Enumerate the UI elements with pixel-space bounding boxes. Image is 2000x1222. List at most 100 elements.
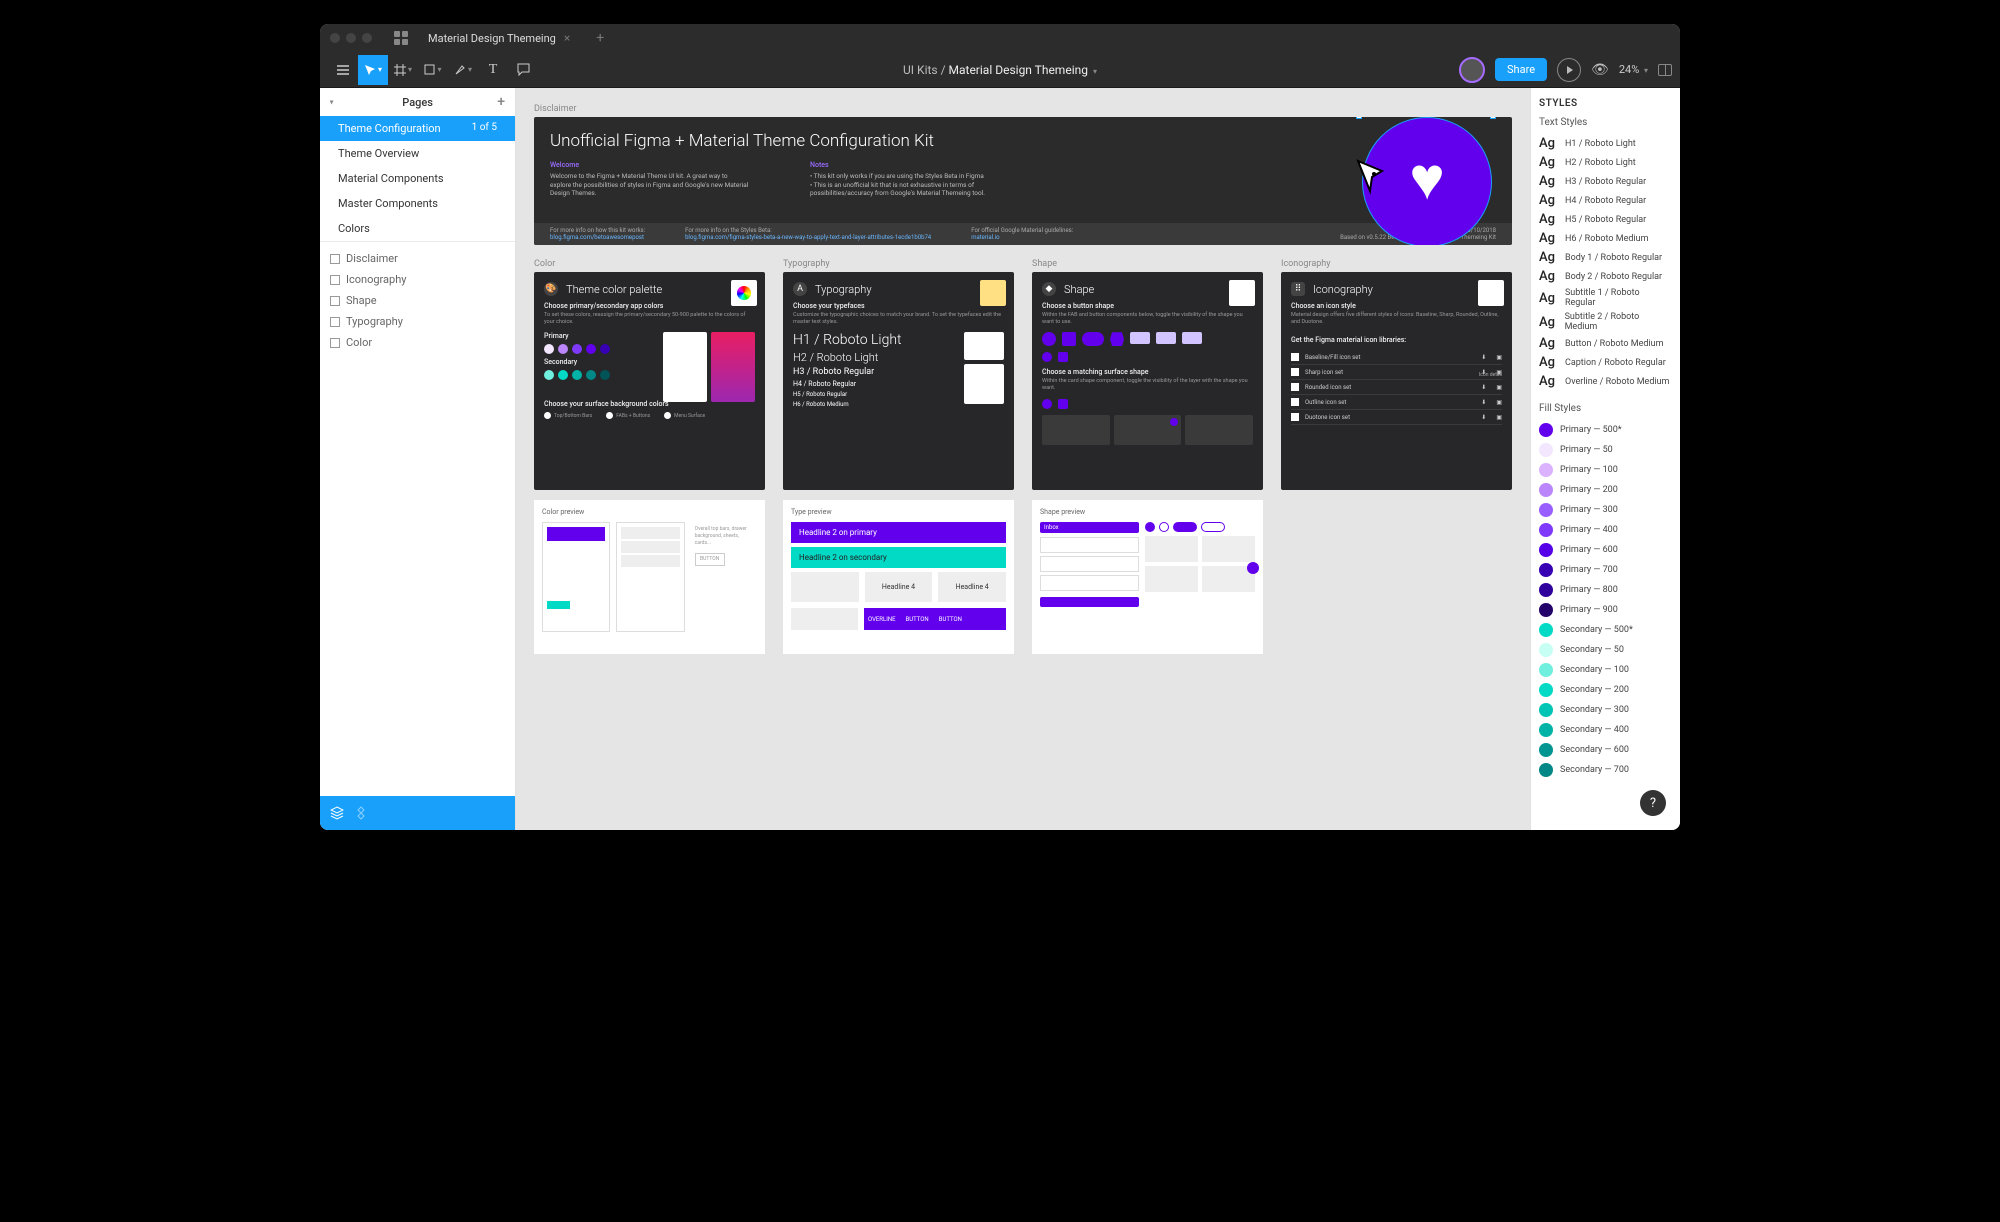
download-icon[interactable]: ⬇ xyxy=(1481,414,1486,421)
icon-set-row[interactable]: Sharp icon set⬇▣ xyxy=(1291,365,1502,380)
fill-style-row[interactable]: Primary — 600 xyxy=(1539,540,1672,560)
text-style-row[interactable]: AgOverline / Roboto Medium xyxy=(1539,372,1672,391)
menu-button[interactable] xyxy=(328,55,358,85)
frame-icon xyxy=(330,275,340,285)
swatch-icon xyxy=(1539,763,1553,777)
shape-tool[interactable]: ▾ xyxy=(418,55,448,85)
icon-set-row[interactable]: Rounded icon set⬇▣ xyxy=(1291,380,1502,395)
frame-header[interactable]: Unofficial Figma + Material Theme Config… xyxy=(534,117,1512,245)
text-styles-header: Text Styles xyxy=(1539,117,1672,128)
view-icon[interactable]: 👁 xyxy=(1591,62,1609,78)
frame-color[interactable]: 🎨Theme color palette Choose primary/seco… xyxy=(534,272,765,490)
share-button[interactable]: Share xyxy=(1495,58,1547,81)
text-style-row[interactable]: AgBody 2 / Roboto Regular xyxy=(1539,267,1672,286)
download-icon[interactable]: ⬇ xyxy=(1481,399,1486,406)
fill-styles-header: Fill Styles xyxy=(1539,403,1672,414)
zoom-level[interactable]: 24% ▾ xyxy=(1619,63,1648,76)
fill-style-row[interactable]: Secondary — 200 xyxy=(1539,680,1672,700)
fill-style-row[interactable]: Primary — 200 xyxy=(1539,480,1672,500)
fill-style-row[interactable]: Primary — 700 xyxy=(1539,560,1672,580)
home-grid-icon[interactable] xyxy=(394,31,408,45)
layer-item-shape[interactable]: Shape xyxy=(320,290,515,311)
page-item-material-components[interactable]: Material Components xyxy=(320,166,515,191)
text-style-row[interactable]: AgCaption / Roboto Regular xyxy=(1539,353,1672,372)
open-icon[interactable]: ▣ xyxy=(1496,399,1502,406)
fill-style-row[interactable]: Primary — 50 xyxy=(1539,440,1672,460)
page-item-colors[interactable]: Colors xyxy=(320,216,515,241)
download-icon[interactable]: ⬇ xyxy=(1481,384,1486,391)
frame-typography[interactable]: ATypography Choose your typefaces Custom… xyxy=(783,272,1014,490)
comment-tool[interactable] xyxy=(508,55,538,85)
fill-style-row[interactable]: Primary — 500* xyxy=(1539,420,1672,440)
move-tool[interactable]: ▾ xyxy=(358,55,388,85)
text-style-row[interactable]: AgH1 / Roboto Light xyxy=(1539,134,1672,153)
present-button[interactable] xyxy=(1557,58,1581,82)
page-item-master-components[interactable]: Master Components xyxy=(320,191,515,216)
layer-item-disclaimer[interactable]: Disclaimer xyxy=(320,248,515,269)
text-style-row[interactable]: AgH4 / Roboto Regular xyxy=(1539,191,1672,210)
text-tool[interactable]: T xyxy=(478,55,508,85)
fill-style-row[interactable]: Secondary — 100 xyxy=(1539,660,1672,680)
page-item-theme-overview[interactable]: Theme Overview xyxy=(320,141,515,166)
fill-style-row[interactable]: Secondary — 500* xyxy=(1539,620,1672,640)
fill-style-row[interactable]: Secondary — 600 xyxy=(1539,740,1672,760)
open-icon[interactable]: ▣ xyxy=(1496,354,1502,361)
fill-style-row[interactable]: Primary — 100 xyxy=(1539,460,1672,480)
fill-style-row[interactable]: Primary — 300 xyxy=(1539,500,1672,520)
components-icon[interactable] xyxy=(354,806,368,820)
text-style-row[interactable]: AgH2 / Roboto Light xyxy=(1539,153,1672,172)
fill-style-row[interactable]: Primary — 900 xyxy=(1539,600,1672,620)
frame-label-disclaimer[interactable]: Disclaimer xyxy=(534,104,1512,114)
close-tab-icon[interactable]: × xyxy=(564,31,570,45)
preview-shape[interactable]: Shape preview Inbox xyxy=(1032,500,1263,654)
fill-style-row[interactable]: Secondary — 700 xyxy=(1539,760,1672,780)
swatch-icon xyxy=(1539,683,1553,697)
text-style-row[interactable]: AgH3 / Roboto Regular xyxy=(1539,172,1672,191)
window-traffic-lights[interactable] xyxy=(330,33,372,43)
layer-item-color[interactable]: Color xyxy=(320,332,515,353)
frame-icon xyxy=(330,254,340,264)
fill-style-row[interactable]: Secondary — 50 xyxy=(1539,640,1672,660)
text-style-row[interactable]: AgButton / Roboto Medium xyxy=(1539,334,1672,353)
pen-tool[interactable]: ▾ xyxy=(448,55,478,85)
frame-shape[interactable]: ◆Shape Choose a button shape Within the … xyxy=(1032,272,1263,490)
frame-iconography[interactable]: ⠿Iconography Choose an icon style Materi… xyxy=(1281,272,1512,490)
fill-style-row[interactable]: Secondary — 300 xyxy=(1539,700,1672,720)
layer-item-typography[interactable]: Typography xyxy=(320,311,515,332)
file-tab[interactable]: Material Design Themeing × xyxy=(418,25,580,51)
icon-set-row[interactable]: Outline icon set⬇▣ xyxy=(1291,395,1502,410)
add-page-button[interactable]: + xyxy=(497,94,505,110)
frame-label-iconography[interactable]: Iconography xyxy=(1281,259,1512,269)
swatch-icon xyxy=(1539,583,1553,597)
frame-label-color[interactable]: Color xyxy=(534,259,765,269)
swatch-icon xyxy=(1539,503,1553,517)
preview-color[interactable]: Color preview xyxy=(534,500,765,654)
new-tab-button[interactable]: + xyxy=(590,30,610,46)
user-avatar[interactable] xyxy=(1459,57,1485,83)
text-style-row[interactable]: AgH5 / Roboto Regular xyxy=(1539,210,1672,229)
frame-tool[interactable]: ▾ xyxy=(388,55,418,85)
icon-set-row[interactable]: Baseline/Fill icon set⬇▣ xyxy=(1291,350,1502,365)
frame-label-typography[interactable]: Typography xyxy=(783,259,1014,269)
library-icon[interactable] xyxy=(1658,64,1672,76)
text-style-row[interactable]: AgSubtitle 1 / Roboto Regular xyxy=(1539,286,1672,310)
frame-label-shape[interactable]: Shape xyxy=(1032,259,1263,269)
fill-style-row[interactable]: Secondary — 400 xyxy=(1539,720,1672,740)
frame-icon xyxy=(330,317,340,327)
fill-style-row[interactable]: Primary — 800 xyxy=(1539,580,1672,600)
fill-style-row[interactable]: Primary — 400 xyxy=(1539,520,1672,540)
help-button[interactable]: ? xyxy=(1640,790,1666,816)
text-style-row[interactable]: AgH6 / Roboto Medium xyxy=(1539,229,1672,248)
layer-item-iconography[interactable]: Iconography xyxy=(320,269,515,290)
page-item-theme-configuration[interactable]: Theme Configuration1 of 5 xyxy=(320,116,515,141)
download-icon[interactable]: ⬇ xyxy=(1481,354,1486,361)
open-icon[interactable]: ▣ xyxy=(1496,414,1502,421)
open-icon[interactable]: ▣ xyxy=(1496,384,1502,391)
breadcrumb[interactable]: UI Kits / Material Design Themeing ▾ xyxy=(903,63,1097,77)
pages-header[interactable]: Pages + xyxy=(320,88,515,116)
preview-type[interactable]: Type preview Headline 2 on primary Headl… xyxy=(783,500,1014,654)
layers-icon[interactable] xyxy=(330,806,344,820)
text-style-row[interactable]: AgBody 1 / Roboto Regular xyxy=(1539,248,1672,267)
text-style-row[interactable]: AgSubtitle 2 / Roboto Medium xyxy=(1539,310,1672,334)
icon-set-row[interactable]: Duotone icon set⬇▣ xyxy=(1291,410,1502,425)
